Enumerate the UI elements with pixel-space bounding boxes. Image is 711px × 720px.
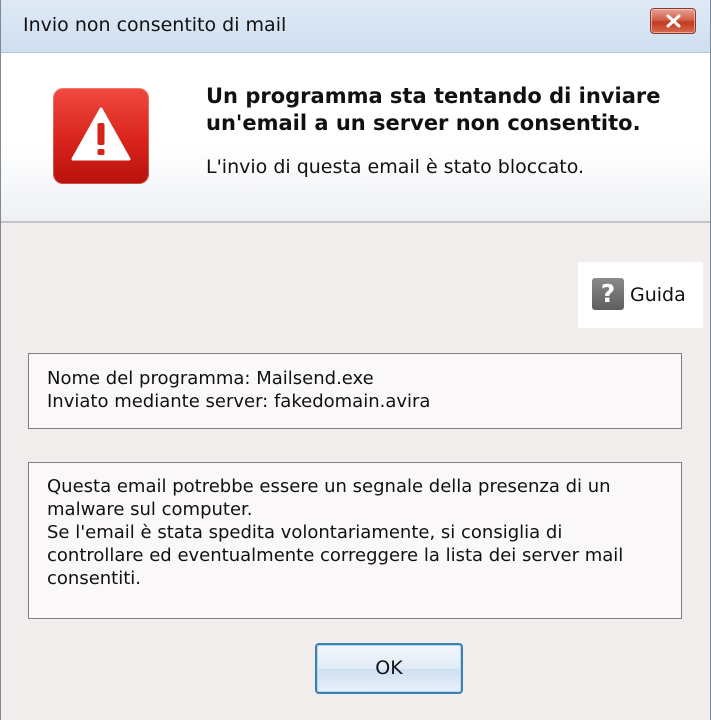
warning-badge bbox=[53, 88, 149, 184]
close-icon bbox=[666, 14, 681, 28]
question-icon: ? bbox=[592, 278, 624, 310]
alert-subline: L'invio di questa email è stato bloccato… bbox=[206, 156, 585, 178]
ok-button[interactable]: OK bbox=[315, 643, 463, 694]
message-box: Questa email potrebbe essere un segnale … bbox=[28, 462, 682, 619]
window-title: Invio non consentito di mail bbox=[23, 14, 287, 36]
message-line-2: Se l'email è stata spedita volontariamen… bbox=[47, 522, 624, 589]
alert-headline: Un programma sta tentando di inviare un'… bbox=[206, 84, 661, 135]
title-bar[interactable]: Invio non consentito di mail bbox=[1, 0, 710, 53]
warning-icon bbox=[71, 107, 131, 161]
program-name-line: Nome del programma: Mailsend.exe bbox=[47, 368, 374, 389]
close-button[interactable] bbox=[650, 8, 696, 34]
message-line-1: Questa email potrebbe essere un segnale … bbox=[47, 476, 611, 520]
header-panel: Un programma sta tentando di inviare un'… bbox=[1, 53, 710, 223]
details-box: Nome del programma: Mailsend.exe Inviato… bbox=[28, 353, 682, 429]
help-label: Guida bbox=[630, 284, 686, 306]
server-line: Inviato mediante server: fakedomain.avir… bbox=[47, 391, 431, 412]
dialog-window: Invio non consentito di mail Un programm… bbox=[0, 0, 711, 720]
help-link[interactable]: ? Guida bbox=[578, 262, 703, 328]
